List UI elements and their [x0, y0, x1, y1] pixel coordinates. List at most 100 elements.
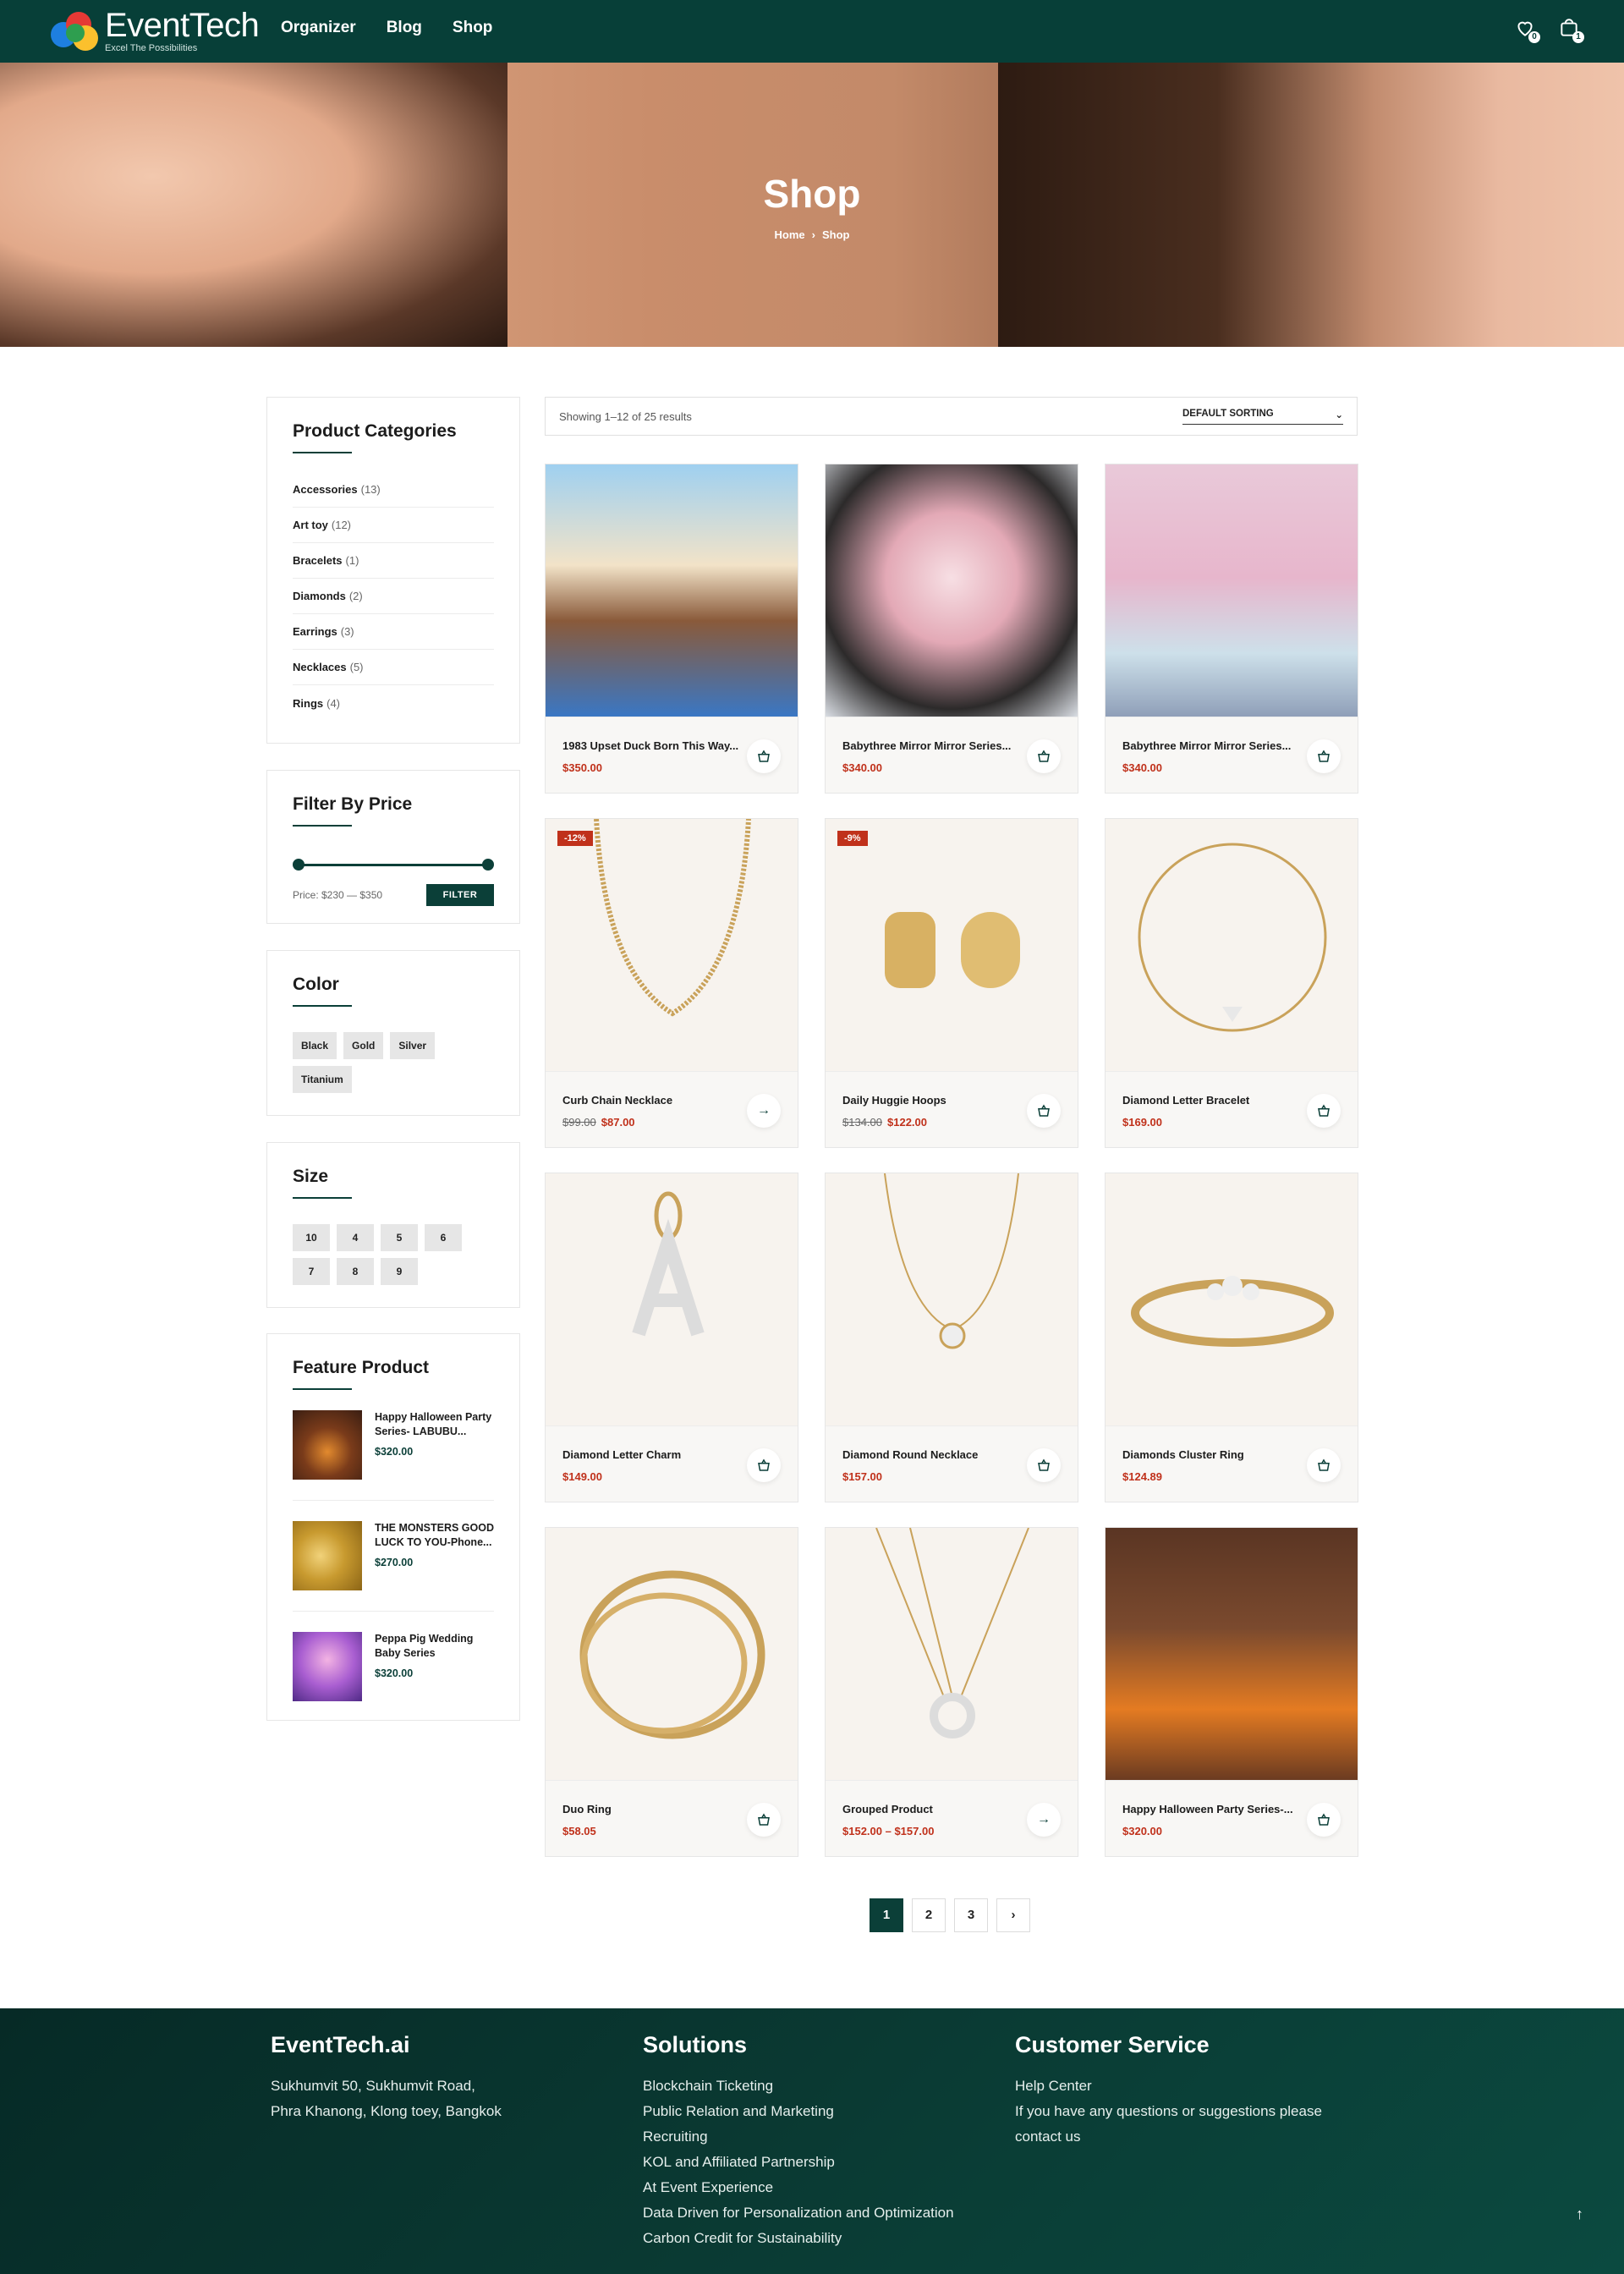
product-image[interactable]: [1106, 819, 1358, 1071]
back-to-top-icon[interactable]: ↑: [1576, 2205, 1583, 2223]
size-chip[interactable]: 4: [337, 1224, 374, 1251]
featured-product[interactable]: Peppa Pig Wedding Baby Series $320.00: [293, 1612, 494, 1722]
category-item[interactable]: Necklaces (5): [293, 650, 494, 685]
footer-link[interactable]: Recruiting: [643, 2124, 954, 2150]
product-image[interactable]: [826, 819, 1078, 1071]
footer-help-center-link[interactable]: Help Center: [1015, 2074, 1353, 2099]
featured-product[interactable]: THE MONSTERS GOOD LUCK TO YOU-Phone... $…: [293, 1501, 494, 1612]
add-to-cart-icon[interactable]: [1307, 1803, 1341, 1837]
product-image[interactable]: [546, 1173, 798, 1425]
product-name[interactable]: Babythree Mirror Mirror Series...: [842, 739, 1020, 752]
filter-button[interactable]: FILTER: [426, 884, 494, 906]
footer-link[interactable]: Data Driven for Personalization and Opti…: [643, 2200, 954, 2226]
footer-link[interactable]: KOL and Affiliated Partnership: [643, 2150, 954, 2175]
product-card[interactable]: Diamond Letter Bracelet $169.00: [1105, 818, 1358, 1148]
product-card[interactable]: 1983 Upset Duck Born This Way... $350.00: [545, 464, 798, 794]
product-name[interactable]: Happy Halloween Party Series-...: [1122, 1803, 1300, 1815]
product-image[interactable]: [546, 1528, 798, 1780]
category-item[interactable]: Art toy (12): [293, 508, 494, 543]
add-to-cart-icon[interactable]: [1027, 739, 1061, 773]
size-chip[interactable]: 5: [381, 1224, 418, 1251]
size-chip[interactable]: 6: [425, 1224, 462, 1251]
category-item[interactable]: Diamonds (2): [293, 579, 494, 614]
size-chip[interactable]: 7: [293, 1258, 330, 1285]
wishlist-icon[interactable]: 0: [1514, 17, 1540, 43]
product-name[interactable]: Daily Huggie Hoops: [842, 1094, 1020, 1107]
add-to-cart-icon[interactable]: [1027, 1448, 1061, 1482]
color-chip-black[interactable]: Black: [293, 1032, 337, 1059]
product-name[interactable]: Curb Chain Necklace: [562, 1094, 740, 1107]
size-chip[interactable]: 9: [381, 1258, 418, 1285]
price-min-handle[interactable]: [293, 859, 304, 871]
price-range-slider[interactable]: [293, 859, 494, 871]
add-to-cart-icon[interactable]: [1307, 739, 1341, 773]
footer-link[interactable]: At Event Experience: [643, 2175, 954, 2200]
cart-icon[interactable]: 1: [1558, 17, 1584, 43]
add-to-cart-icon[interactable]: [1307, 1448, 1341, 1482]
product-card[interactable]: Diamonds Cluster Ring $124.89: [1105, 1173, 1358, 1502]
product-name[interactable]: Happy Halloween Party Series- LABUBU...: [375, 1410, 494, 1439]
page-1[interactable]: 1: [870, 1898, 903, 1932]
category-item[interactable]: Accessories (13): [293, 472, 494, 508]
nav-organizer[interactable]: Organizer: [281, 19, 356, 37]
color-chip-silver[interactable]: Silver: [390, 1032, 436, 1059]
product-image[interactable]: [1106, 464, 1358, 717]
nav-shop[interactable]: Shop: [453, 19, 493, 37]
product-image[interactable]: [826, 1528, 1078, 1780]
product-image[interactable]: [1106, 1528, 1358, 1780]
product-card[interactable]: Diamond Round Necklace $157.00: [825, 1173, 1078, 1502]
page-2[interactable]: 2: [912, 1898, 946, 1932]
footer-link[interactable]: Public Relation and Marketing: [643, 2099, 954, 2124]
size-chip[interactable]: 8: [337, 1258, 374, 1285]
product-name[interactable]: Diamond Letter Charm: [562, 1448, 740, 1461]
product-card[interactable]: -12% Curb Chain Necklace $99.00 $87.00 →: [545, 818, 798, 1148]
product-card[interactable]: -9% Daily Huggie Hoops $134.00 $122.00: [825, 818, 1078, 1148]
product-name[interactable]: Diamond Letter Bracelet: [1122, 1094, 1300, 1107]
add-to-cart-icon[interactable]: [1307, 1094, 1341, 1128]
page-3[interactable]: 3: [954, 1898, 988, 1932]
size-chip[interactable]: 10: [293, 1224, 330, 1251]
product-image[interactable]: [546, 464, 798, 717]
brand-logo[interactable]: EventTech Excel The Possibilities: [47, 7, 260, 54]
featured-product[interactable]: Happy Halloween Party Series- LABUBU... …: [293, 1390, 494, 1501]
product-image[interactable]: [826, 464, 1078, 717]
product-card[interactable]: Happy Halloween Party Series-... $320.00: [1105, 1527, 1358, 1857]
add-to-cart-icon[interactable]: [747, 1448, 781, 1482]
add-to-cart-icon[interactable]: [1027, 1094, 1061, 1128]
product-image[interactable]: [293, 1410, 362, 1480]
product-name[interactable]: Duo Ring: [562, 1803, 740, 1815]
product-image[interactable]: [1106, 1173, 1358, 1425]
color-chip-gold[interactable]: Gold: [343, 1032, 384, 1059]
sorting-select[interactable]: DEFAULT SORTING ⌄: [1182, 409, 1343, 425]
breadcrumb-home[interactable]: Home: [775, 228, 805, 241]
nav-blog[interactable]: Blog: [387, 19, 422, 37]
product-card[interactable]: Diamond Letter Charm $149.00: [545, 1173, 798, 1502]
price-max-handle[interactable]: [482, 859, 494, 871]
next-page-icon[interactable]: ›: [996, 1898, 1030, 1932]
product-name[interactable]: 1983 Upset Duck Born This Way...: [562, 739, 740, 752]
footer-link[interactable]: Blockchain Ticketing: [643, 2074, 954, 2099]
color-chip-titanium[interactable]: Titanium: [293, 1066, 352, 1093]
category-item[interactable]: Bracelets (1): [293, 543, 494, 579]
product-image[interactable]: [293, 1632, 362, 1701]
product-name[interactable]: Diamonds Cluster Ring: [1122, 1448, 1300, 1461]
product-image[interactable]: [826, 1173, 1078, 1425]
product-name[interactable]: Diamond Round Necklace: [842, 1448, 1020, 1461]
product-name[interactable]: Peppa Pig Wedding Baby Series: [375, 1632, 494, 1661]
product-name[interactable]: Babythree Mirror Mirror Series...: [1122, 739, 1300, 752]
category-item[interactable]: Earrings (3): [293, 614, 494, 650]
product-image[interactable]: [546, 819, 798, 1071]
product-name[interactable]: THE MONSTERS GOOD LUCK TO YOU-Phone...: [375, 1521, 494, 1550]
footer-link[interactable]: Carbon Credit for Sustainability: [643, 2226, 954, 2251]
arrow-right-icon[interactable]: →: [1027, 1803, 1061, 1837]
add-to-cart-icon[interactable]: [747, 739, 781, 773]
product-card[interactable]: Grouped Product $152.00 – $157.00 →: [825, 1527, 1078, 1857]
product-card[interactable]: Duo Ring $58.05: [545, 1527, 798, 1857]
arrow-right-icon[interactable]: →: [747, 1094, 781, 1128]
add-to-cart-icon[interactable]: [747, 1803, 781, 1837]
product-card[interactable]: Babythree Mirror Mirror Series... $340.00: [1105, 464, 1358, 794]
product-image[interactable]: [293, 1521, 362, 1590]
product-card[interactable]: Babythree Mirror Mirror Series... $340.00: [825, 464, 1078, 794]
category-item[interactable]: Rings (4): [293, 685, 494, 721]
product-name[interactable]: Grouped Product: [842, 1803, 1020, 1815]
